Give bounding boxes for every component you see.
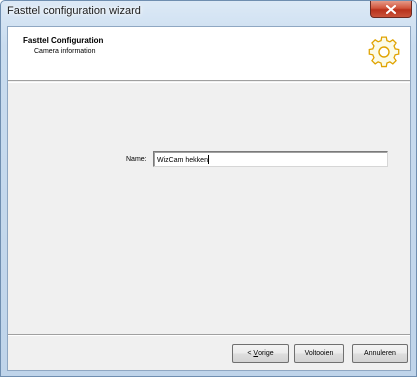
finish-button[interactable]: Voltooien [294,344,344,363]
name-input[interactable]: WizCam hekken [153,151,388,167]
wizard-header: Fasttel Configuration Camera information [8,27,410,81]
wizard-window: Fasttel configuration wizard Fasttel Con… [0,0,417,377]
back-button[interactable]: < Vorige [232,344,289,363]
back-button-label: orige [258,350,274,357]
wizard-body: Fasttel Configuration Camera information… [7,26,411,371]
cancel-button-label: Annuleren [364,350,396,357]
close-icon [386,4,396,14]
gear-icon [368,36,400,68]
title-bar[interactable]: Fasttel configuration wizard [1,1,416,23]
close-button[interactable] [370,1,412,18]
header-separator [8,82,410,83]
header-title: Fasttel Configuration [23,36,104,45]
window-title: Fasttel configuration wizard [7,5,141,17]
text-caret [207,155,209,164]
name-label: Name: [126,156,147,163]
finish-button-label: Voltooien [304,350,334,357]
cancel-button[interactable]: Annuleren [352,344,408,363]
header-subtitle: Camera information [34,48,96,55]
footer-separator [8,334,410,336]
back-button-prefix: < [247,350,252,357]
name-input-value: WizCam hekken [157,157,208,164]
